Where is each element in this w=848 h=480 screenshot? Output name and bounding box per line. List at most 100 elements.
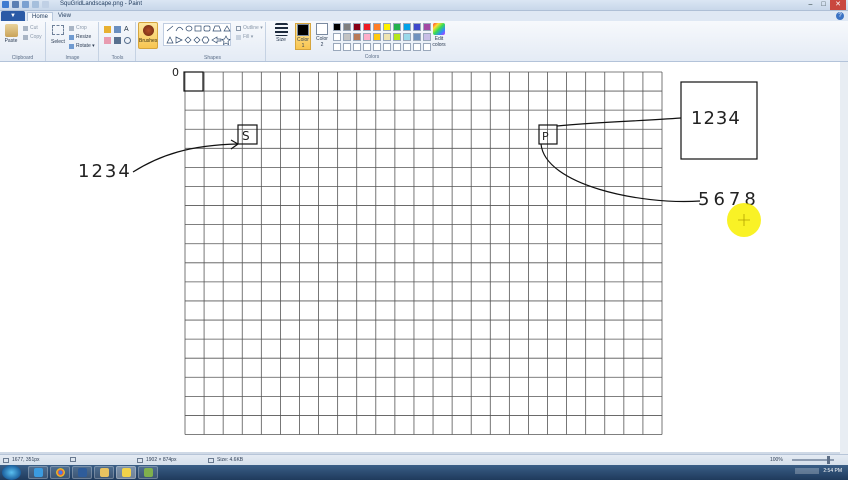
palette-swatch[interactable] xyxy=(383,23,391,31)
minimize-button[interactable]: – xyxy=(804,0,817,10)
p-to-box-line xyxy=(556,117,682,127)
outline-dropdown[interactable]: Outline ▾ xyxy=(236,25,263,31)
size-label: Size xyxy=(276,37,286,43)
p-to-number-curve xyxy=(540,143,701,203)
file-menu-button[interactable]: ▼ xyxy=(1,11,25,21)
image-size-icon xyxy=(137,457,143,463)
palette-swatch[interactable] xyxy=(393,33,401,41)
palette-swatch[interactable] xyxy=(403,23,411,31)
shapes-gallery[interactable] xyxy=(163,23,231,46)
palette-swatch[interactable] xyxy=(393,43,401,51)
edit-colors-button[interactable]: Edit colors xyxy=(431,23,447,48)
image-group-label: Image xyxy=(65,55,80,61)
copy-label: Copy xyxy=(30,34,42,40)
palette-swatch[interactable] xyxy=(343,33,351,41)
start-button[interactable] xyxy=(2,465,21,480)
colors-group-label: Colors xyxy=(364,54,380,60)
selection-size-indicator xyxy=(70,457,76,462)
tab-view[interactable]: View xyxy=(54,12,75,21)
palette-swatch[interactable] xyxy=(363,33,371,41)
palette-swatch[interactable] xyxy=(363,23,371,31)
help-icon[interactable]: ? xyxy=(836,12,844,20)
canvas-area: 0 S P 1234 1234 5678 xyxy=(0,62,848,454)
palette-swatch[interactable] xyxy=(343,43,351,51)
color1-button[interactable]: Color 1 xyxy=(295,23,311,50)
fill-bucket-icon[interactable] xyxy=(114,26,121,33)
tab-home[interactable]: Home xyxy=(27,12,54,21)
ie-icon xyxy=(33,468,43,477)
palette-swatch[interactable] xyxy=(423,43,431,51)
size-button[interactable]: Size xyxy=(272,23,290,43)
palette-swatch[interactable] xyxy=(403,43,411,51)
maximize-button[interactable]: □ xyxy=(817,0,830,10)
close-button[interactable]: ✕ xyxy=(830,0,846,10)
crop-button[interactable]: Crop xyxy=(69,25,87,31)
crop-label: Crop xyxy=(76,25,87,31)
taskbar-ie[interactable] xyxy=(28,466,48,479)
select-button[interactable]: Select xyxy=(49,39,67,45)
color2-button[interactable]: Color 2 xyxy=(314,23,330,48)
taskbar-explorer[interactable] xyxy=(94,466,114,479)
color1-swatch xyxy=(297,24,309,36)
taskbar-paint[interactable] xyxy=(116,466,136,479)
palette-swatch[interactable] xyxy=(423,23,431,31)
palette-swatch[interactable] xyxy=(373,43,381,51)
clock[interactable]: 2:54 PM xyxy=(823,468,842,474)
palette-swatch[interactable] xyxy=(393,23,401,31)
palette-swatch[interactable] xyxy=(383,43,391,51)
taskbar-app[interactable] xyxy=(138,466,158,479)
palette-swatch[interactable] xyxy=(413,33,421,41)
paste-icon xyxy=(4,24,18,37)
taskbar-chrome[interactable] xyxy=(50,466,70,479)
palette-swatch[interactable] xyxy=(413,43,421,51)
fill-dropdown[interactable]: Fill ▾ xyxy=(236,34,253,40)
rotate-button[interactable]: Rotate ▾ xyxy=(69,43,95,49)
palette-swatch[interactable] xyxy=(353,33,361,41)
save-icon[interactable] xyxy=(12,1,19,8)
brush-icon xyxy=(143,25,154,36)
text-tool-icon[interactable]: A xyxy=(124,26,131,33)
drawing-canvas[interactable]: 0 S P 1234 1234 5678 xyxy=(0,62,840,452)
eraser-icon[interactable] xyxy=(104,37,111,44)
paint-app-icon[interactable] xyxy=(2,1,9,8)
undo-icon[interactable] xyxy=(22,1,29,8)
palette-swatch[interactable] xyxy=(333,43,341,51)
taskbar: 2:54 PM xyxy=(0,465,848,480)
palette-swatch[interactable] xyxy=(373,33,381,41)
resize-button[interactable]: Resize xyxy=(69,34,91,40)
palette-swatch[interactable] xyxy=(423,33,431,41)
palette-swatch[interactable] xyxy=(333,23,341,31)
redo-icon[interactable] xyxy=(32,1,39,8)
ribbon-tab-bar: ▼ Home View ? xyxy=(0,11,848,21)
palette-swatch[interactable] xyxy=(333,33,341,41)
color-picker-icon[interactable] xyxy=(114,37,121,44)
fill-label: Fill ▾ xyxy=(243,34,254,40)
palette-swatch[interactable] xyxy=(353,23,361,31)
image-group: Select Crop Resize Rotate ▾ Image xyxy=(47,22,99,61)
cursor-position: 1677, 351px xyxy=(3,457,40,463)
copy-button[interactable]: Copy xyxy=(23,34,42,40)
vertical-scrollbar[interactable] xyxy=(840,62,848,454)
magnifier-icon[interactable] xyxy=(124,37,131,44)
customize-qat-icon[interactable] xyxy=(42,1,49,8)
palette-swatch[interactable] xyxy=(373,23,381,31)
taskbar-media[interactable] xyxy=(72,466,92,479)
palette-swatch[interactable] xyxy=(413,23,421,31)
outline-icon xyxy=(236,25,241,31)
palette-swatch[interactable] xyxy=(343,23,351,31)
palette-swatch[interactable] xyxy=(353,43,361,51)
brushes-button[interactable]: Brushes xyxy=(138,22,158,49)
outline-label: Outline ▾ xyxy=(243,25,263,31)
palette-swatch[interactable] xyxy=(383,33,391,41)
zoom-slider-thumb[interactable] xyxy=(827,456,830,464)
palette-swatch[interactable] xyxy=(363,43,371,51)
tray-icons[interactable] xyxy=(795,468,820,474)
palette-swatch[interactable] xyxy=(403,33,411,41)
cut-button[interactable]: Cut xyxy=(23,25,38,31)
pencil-icon[interactable] xyxy=(104,26,111,33)
title-bar: SquGridLandscape.png - Paint – □ ✕ xyxy=(0,0,848,11)
origin-box xyxy=(183,71,204,92)
paste-button[interactable]: Paste xyxy=(2,24,20,44)
rotate-label: Rotate ▾ xyxy=(76,43,95,49)
media-icon xyxy=(77,468,87,477)
